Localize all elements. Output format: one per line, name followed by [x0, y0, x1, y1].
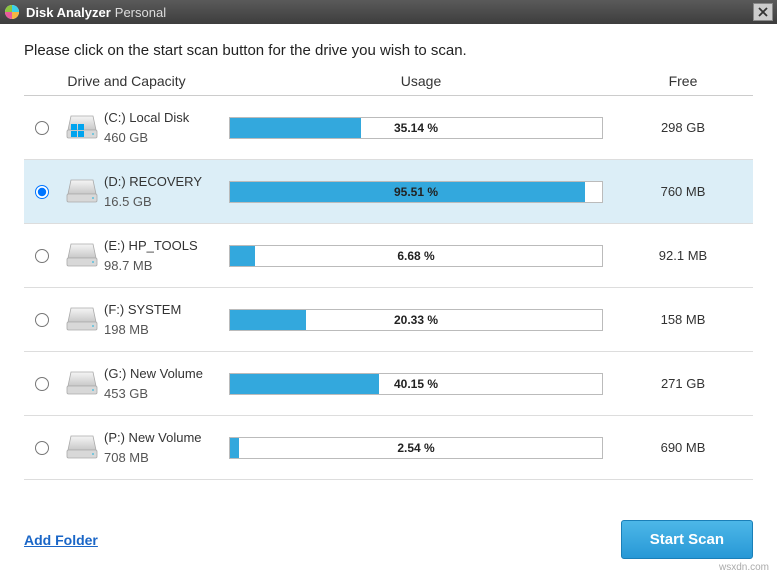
- progress-label: 95.51 %: [230, 182, 602, 202]
- free-space: 690 MB: [613, 440, 753, 455]
- watermark: wsxdn.com: [719, 562, 769, 573]
- drive-radio[interactable]: [35, 185, 49, 199]
- progress-label: 40.15 %: [230, 374, 602, 394]
- drive-icon-cell: [60, 302, 104, 337]
- radio-cell: [24, 377, 60, 391]
- progress-label: 2.54 %: [230, 438, 602, 458]
- drive-radio[interactable]: [35, 121, 49, 135]
- drive-icon: [65, 174, 99, 209]
- drive-name: (D:) RECOVERY: [104, 172, 229, 192]
- drive-info: (P:) New Volume 708 MB: [104, 428, 229, 467]
- header-drive: Drive and Capacity: [24, 73, 229, 89]
- drive-row[interactable]: (C:) Local Disk 460 GB 35.14 % 298 GB: [24, 96, 753, 160]
- drive-capacity: 198 MB: [104, 320, 229, 340]
- drive-icon-cell: [60, 366, 104, 401]
- usage-cell: 35.14 %: [229, 117, 613, 139]
- close-icon: [758, 7, 768, 17]
- drive-name: (P:) New Volume: [104, 428, 229, 448]
- drive-name: (G:) New Volume: [104, 364, 229, 384]
- drive-name: (F:) SYSTEM: [104, 300, 229, 320]
- drive-info: (D:) RECOVERY 16.5 GB: [104, 172, 229, 211]
- usage-cell: 2.54 %: [229, 437, 613, 459]
- radio-cell: [24, 249, 60, 263]
- free-space: 298 GB: [613, 120, 753, 135]
- free-space: 760 MB: [613, 184, 753, 199]
- usage-cell: 20.33 %: [229, 309, 613, 331]
- drive-icon: [65, 238, 99, 273]
- header-usage: Usage: [229, 73, 613, 89]
- drive-capacity: 98.7 MB: [104, 256, 229, 276]
- radio-cell: [24, 121, 60, 135]
- drive-icon: [65, 302, 99, 337]
- app-title: Disk Analyzer: [26, 5, 111, 20]
- close-button[interactable]: [753, 3, 773, 21]
- drive-name: (C:) Local Disk: [104, 108, 229, 128]
- radio-cell: [24, 441, 60, 455]
- free-space: 158 MB: [613, 312, 753, 327]
- app-subtitle: Personal: [115, 5, 166, 20]
- usage-cell: 6.68 %: [229, 245, 613, 267]
- drive-radio[interactable]: [35, 313, 49, 327]
- progress-label: 35.14 %: [230, 118, 602, 138]
- progress-bar: 95.51 %: [229, 181, 603, 203]
- drive-row[interactable]: (F:) SYSTEM 198 MB 20.33 % 158 MB: [24, 288, 753, 352]
- header-free: Free: [613, 73, 753, 89]
- drive-icon-cell: [60, 174, 104, 209]
- progress-bar: 2.54 %: [229, 437, 603, 459]
- progress-bar: 40.15 %: [229, 373, 603, 395]
- drive-capacity: 460 GB: [104, 128, 229, 148]
- add-folder-link[interactable]: Add Folder: [24, 532, 98, 548]
- drive-radio[interactable]: [35, 441, 49, 455]
- drive-name: (E:) HP_TOOLS: [104, 236, 229, 256]
- drive-row[interactable]: (P:) New Volume 708 MB 2.54 % 690 MB: [24, 416, 753, 480]
- usage-cell: 40.15 %: [229, 373, 613, 395]
- drive-radio[interactable]: [35, 377, 49, 391]
- drive-icon: [65, 110, 99, 145]
- drive-row[interactable]: (E:) HP_TOOLS 98.7 MB 6.68 % 92.1 MB: [24, 224, 753, 288]
- drive-info: (C:) Local Disk 460 GB: [104, 108, 229, 147]
- drive-icon: [65, 366, 99, 401]
- free-space: 271 GB: [613, 376, 753, 391]
- progress-bar: 6.68 %: [229, 245, 603, 267]
- drive-icon-cell: [60, 430, 104, 465]
- drive-row[interactable]: (G:) New Volume 453 GB 40.15 % 271 GB: [24, 352, 753, 416]
- start-scan-button[interactable]: Start Scan: [621, 520, 753, 559]
- titlebar: Disk Analyzer Personal: [0, 0, 777, 24]
- drive-info: (G:) New Volume 453 GB: [104, 364, 229, 403]
- radio-cell: [24, 313, 60, 327]
- progress-bar: 35.14 %: [229, 117, 603, 139]
- radio-cell: [24, 185, 60, 199]
- drive-row[interactable]: (D:) RECOVERY 16.5 GB 95.51 % 760 MB: [24, 160, 753, 224]
- usage-cell: 95.51 %: [229, 181, 613, 203]
- drive-info: (F:) SYSTEM 198 MB: [104, 300, 229, 339]
- app-logo-icon: [4, 4, 20, 20]
- progress-label: 6.68 %: [230, 246, 602, 266]
- drive-info: (E:) HP_TOOLS 98.7 MB: [104, 236, 229, 275]
- drive-capacity: 16.5 GB: [104, 192, 229, 212]
- drive-radio[interactable]: [35, 249, 49, 263]
- table-header: Drive and Capacity Usage Free: [24, 73, 753, 96]
- progress-bar: 20.33 %: [229, 309, 603, 331]
- free-space: 92.1 MB: [613, 248, 753, 263]
- instruction-text: Please click on the start scan button fo…: [24, 42, 753, 59]
- drive-icon-cell: [60, 110, 104, 145]
- main-content: Please click on the start scan button fo…: [0, 24, 777, 480]
- drive-capacity: 453 GB: [104, 384, 229, 404]
- footer: Add Folder Start Scan: [24, 520, 753, 559]
- progress-label: 20.33 %: [230, 310, 602, 330]
- drive-icon-cell: [60, 238, 104, 273]
- drive-icon: [65, 430, 99, 465]
- drive-capacity: 708 MB: [104, 448, 229, 468]
- drive-list: (C:) Local Disk 460 GB 35.14 % 298 GB (D…: [24, 96, 753, 480]
